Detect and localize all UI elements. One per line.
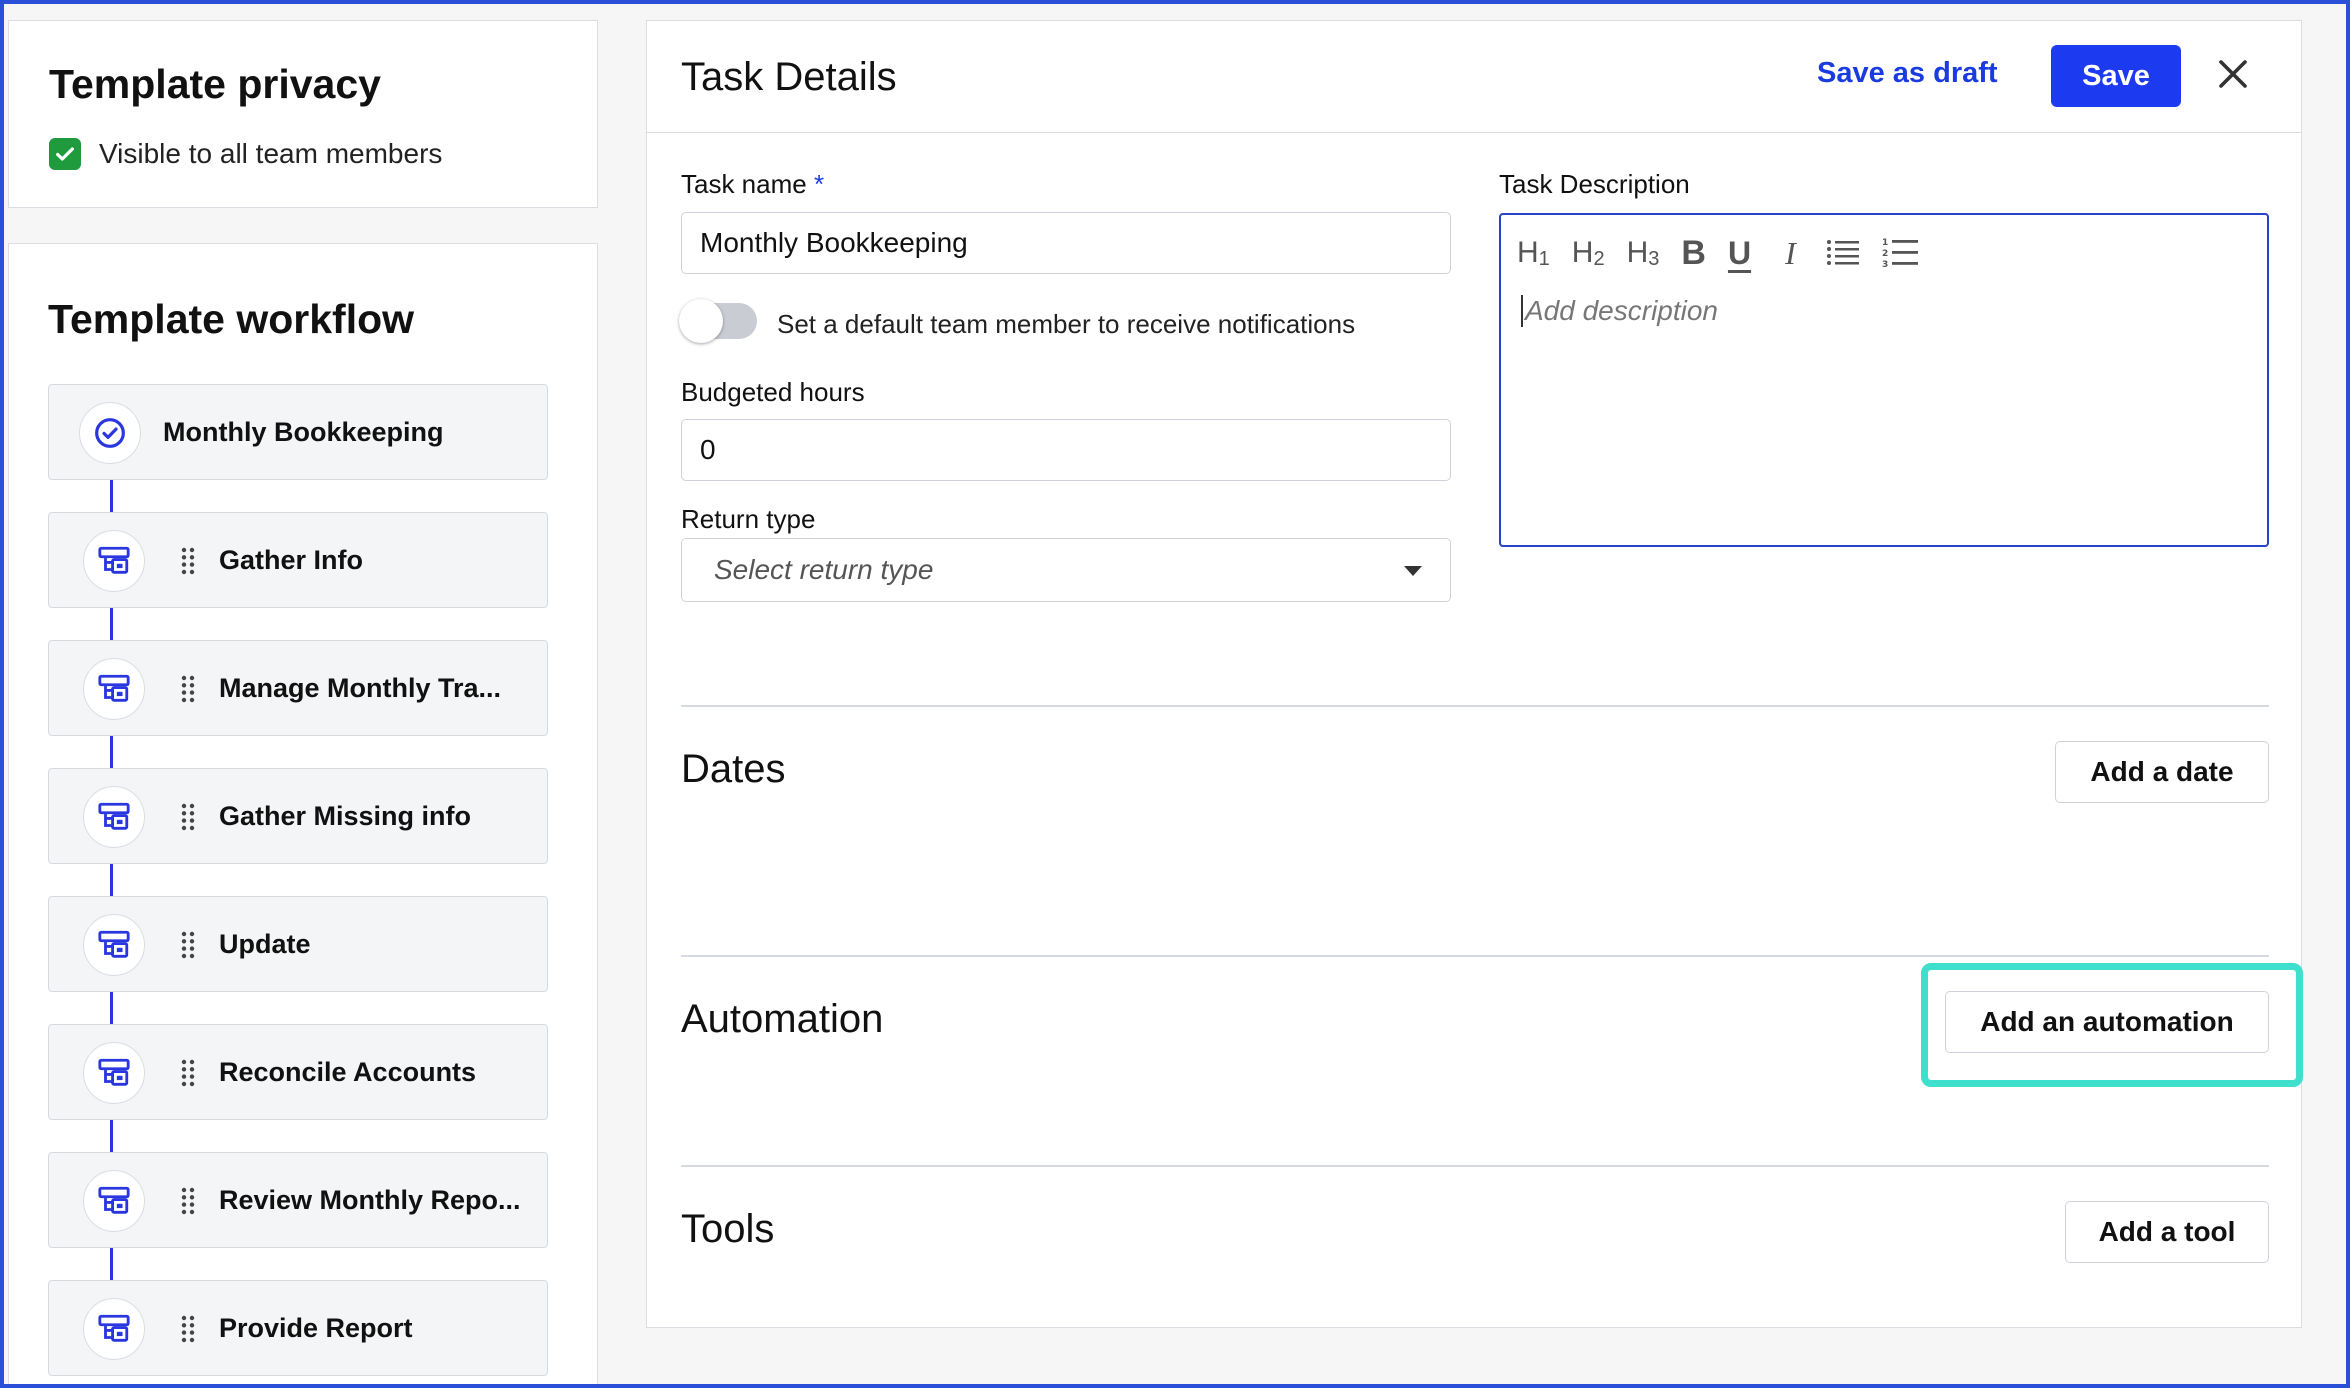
workflow-title: Template workflow <box>48 296 415 342</box>
workflow-root-item[interactable]: Monthly Bookkeeping <box>48 384 548 480</box>
heading2-sub: 2 <box>1593 247 1605 270</box>
workflow-step-item[interactable]: Reconcile Accounts <box>48 1024 548 1120</box>
task-details-header: Task Details Save as draft Save <box>647 21 2301 133</box>
workflow-step-badge <box>83 1042 145 1104</box>
editor-toolbar: H1 H2 H3 B U I 1 2 3 <box>1517 233 1942 273</box>
drag-handle-icon[interactable] <box>179 802 197 832</box>
save-button[interactable]: Save <box>2051 45 2181 107</box>
italic-button[interactable]: I <box>1785 235 1796 272</box>
close-button[interactable] <box>2213 55 2253 95</box>
workflow-step-item[interactable]: Gather Missing info <box>48 768 548 864</box>
template-privacy-panel: Template privacy Visible to all team mem… <box>8 20 598 208</box>
workflow-step-badge <box>83 658 145 720</box>
notification-toggle[interactable] <box>679 299 757 343</box>
check-circle-icon <box>95 418 125 448</box>
workflow-step-badge <box>83 914 145 976</box>
heading1-sub: 1 <box>1538 247 1550 270</box>
heading3-button[interactable]: H3 <box>1627 236 1660 270</box>
chevron-down-icon <box>1404 566 1422 576</box>
return-type-placeholder: Select return type <box>714 554 934 585</box>
description-placeholder: Add description <box>1521 295 1718 327</box>
workflow-step-item[interactable]: Manage Monthly Tra... <box>48 640 548 736</box>
task-description-label: Task Description <box>1499 169 1690 199</box>
close-icon <box>2219 59 2247 88</box>
numbered-list-icon: 1 2 3 <box>1882 238 1918 270</box>
drag-handle-icon[interactable] <box>179 1314 197 1344</box>
budgeted-hours-label: Budgeted hours <box>681 377 865 407</box>
task-icon <box>98 674 130 702</box>
drag-handle-icon[interactable] <box>179 930 197 960</box>
automation-section-title: Automation <box>681 997 884 1041</box>
workflow-item-label: Review Monthly Repo... <box>219 1184 521 1215</box>
add-date-button[interactable]: Add a date <box>2055 741 2269 803</box>
task-icon <box>98 1058 130 1086</box>
privacy-title: Template privacy <box>49 61 381 107</box>
notification-toggle-label: Set a default team member to receive not… <box>777 309 1356 339</box>
add-tool-button[interactable]: Add a tool <box>2065 1201 2269 1263</box>
bold-button[interactable]: B <box>1681 234 1706 273</box>
task-icon <box>98 546 130 574</box>
drag-handle-icon[interactable] <box>179 674 197 704</box>
visible-checkbox[interactable] <box>49 138 81 170</box>
divider-tools <box>681 1165 2269 1167</box>
workflow-item-label: Reconcile Accounts <box>219 1056 477 1087</box>
heading3-glyph: H <box>1626 236 1649 269</box>
underline-button[interactable]: U <box>1728 235 1751 272</box>
task-icon <box>98 1314 130 1342</box>
divider-automation <box>681 955 2269 957</box>
task-name-label-text: Task name <box>681 169 807 199</box>
task-icon <box>98 802 130 830</box>
workflow-step-item[interactable]: Update <box>48 896 548 992</box>
drag-handle-icon[interactable] <box>179 1186 197 1216</box>
bullet-list-icon <box>1826 240 1859 265</box>
workflow-root-badge <box>79 402 141 464</box>
svg-text:2: 2 <box>1882 249 1888 259</box>
workflow-step-badge <box>83 786 145 848</box>
workflow-item-label: Manage Monthly Tra... <box>219 672 502 703</box>
task-details-panel: Task Details Save as draft Save Task nam… <box>646 20 2303 1328</box>
svg-text:1: 1 <box>1882 238 1888 248</box>
divider-dates <box>681 705 2269 707</box>
workflow-step-item[interactable]: Review Monthly Repo... <box>48 1152 548 1248</box>
numbered-list-button[interactable]: 1 2 3 <box>1882 236 1920 270</box>
required-mark: * <box>813 169 825 199</box>
return-type-select[interactable]: Select return type <box>681 538 1451 602</box>
workflow-item-label: Provide Report <box>219 1312 413 1343</box>
heading2-button[interactable]: H2 <box>1572 236 1605 270</box>
drag-handle-icon[interactable] <box>179 546 197 576</box>
heading1-button[interactable]: H1 <box>1517 236 1550 270</box>
svg-text:3: 3 <box>1882 260 1888 270</box>
workflow-step-item[interactable]: Gather Info <box>48 512 548 608</box>
workflow-item-label: Monthly Bookkeeping <box>163 416 444 447</box>
workflow-step-badge <box>83 1298 145 1360</box>
heading3-sub: 3 <box>1648 247 1660 270</box>
task-name-input[interactable]: Monthly Bookkeeping <box>681 212 1451 274</box>
task-icon <box>98 930 130 958</box>
bullet-list-button[interactable] <box>1826 238 1860 268</box>
workflow-step-badge <box>83 1170 145 1232</box>
automation-highlight-box <box>1921 963 2303 1087</box>
budgeted-hours-input[interactable]: 0 <box>681 419 1451 481</box>
heading1-glyph: H <box>1517 236 1539 269</box>
drag-handle-icon[interactable] <box>179 1058 197 1088</box>
save-as-draft-button[interactable]: Save as draft <box>1817 57 1998 90</box>
heading2-glyph: H <box>1571 236 1594 269</box>
workflow-item-label: Gather Missing info <box>219 800 472 831</box>
task-icon <box>98 1186 130 1214</box>
task-name-label: Task name * <box>681 169 824 200</box>
check-icon <box>56 147 74 161</box>
visible-to-all-checkbox-row[interactable]: Visible to all team members <box>49 138 442 170</box>
tools-section-title: Tools <box>681 1207 775 1251</box>
description-editor[interactable]: H1 H2 H3 B U I 1 2 3 Add description <box>1499 213 2269 547</box>
workflow-step-badge <box>83 530 145 592</box>
task-details-title: Task Details <box>681 55 897 99</box>
workflow-item-label: Update <box>219 928 311 959</box>
visible-checkbox-label: Visible to all team members <box>99 138 443 169</box>
dates-section-title: Dates <box>681 747 786 791</box>
workflow-item-label: Gather Info <box>219 544 364 575</box>
return-type-label: Return type <box>681 504 816 534</box>
workflow-step-item[interactable]: Provide Report <box>48 1280 548 1376</box>
toggle-knob <box>679 299 723 343</box>
